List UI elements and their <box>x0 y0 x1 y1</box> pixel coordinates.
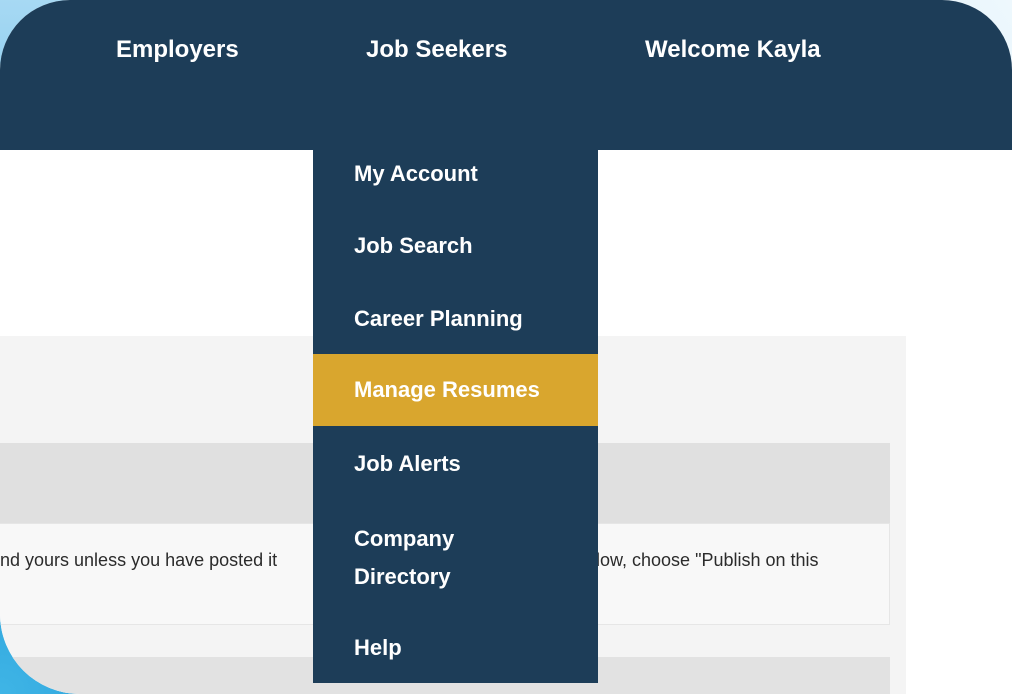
menu-item-my-account[interactable]: My Account <box>313 146 598 202</box>
menu-item-job-search[interactable]: Job Search <box>313 218 598 274</box>
menu-item-label: My Account <box>354 161 478 186</box>
notice-text-left: nd yours unless you have posted it <box>0 550 278 570</box>
menu-item-label: Job Alerts <box>354 451 461 476</box>
nav-job-seekers[interactable]: Job Seekers <box>366 30 507 70</box>
job-seekers-dropdown-menu: My Account Job Search Career Planning Ma… <box>313 146 598 683</box>
nav-welcome-user[interactable]: Welcome Kayla <box>645 30 821 70</box>
menu-item-help[interactable]: Help <box>313 620 598 676</box>
menu-item-label: Company Directory <box>354 526 455 589</box>
notice-text-right: elow, choose "Publish on this <box>586 550 819 570</box>
menu-item-label: Career Planning <box>354 306 523 331</box>
top-navigation-bar: Employers Job Seekers Welcome Kayla <box>0 0 1012 150</box>
menu-item-label: Job Search <box>354 233 473 258</box>
nav-employers[interactable]: Employers <box>116 30 239 70</box>
menu-item-company-directory[interactable]: Company Directory <box>313 516 598 600</box>
menu-item-career-planning[interactable]: Career Planning <box>313 291 598 347</box>
menu-item-label: Help <box>354 635 402 660</box>
menu-item-manage-resumes[interactable]: Manage Resumes <box>313 354 598 426</box>
menu-item-label: Manage Resumes <box>354 377 540 402</box>
browser-viewport: Employers Job Seekers Welcome Kayla nd y… <box>0 0 1012 694</box>
menu-item-job-alerts[interactable]: Job Alerts <box>313 436 598 492</box>
